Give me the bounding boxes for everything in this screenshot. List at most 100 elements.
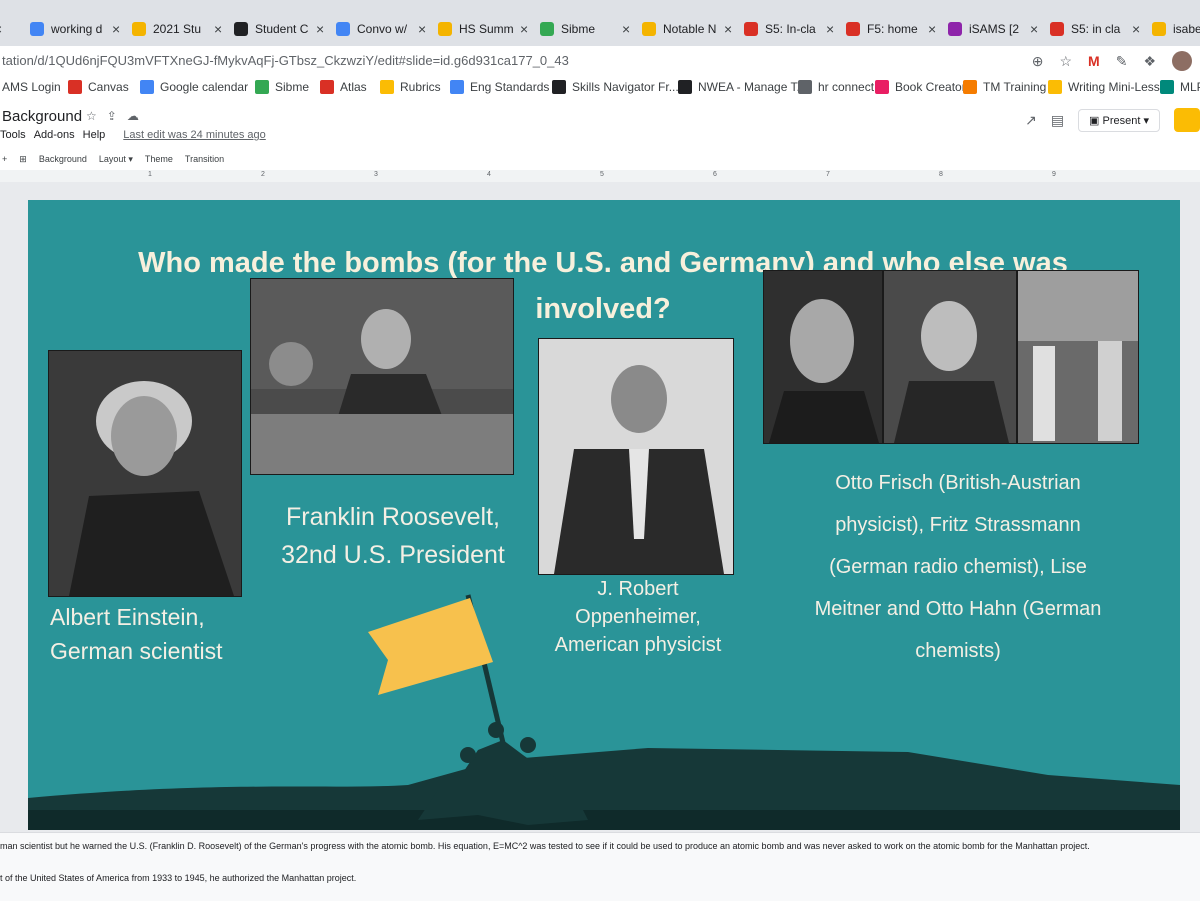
theme-button[interactable]: Theme — [145, 154, 173, 165]
address-bar[interactable]: tation/d/1QUd6njFQU3mVFTXneGJ-fMykvAqFj-… — [0, 46, 1200, 76]
gmail-icon[interactable]: M — [1088, 53, 1100, 69]
strassmann-photo[interactable] — [883, 270, 1017, 444]
puzzle-icon[interactable]: ❖ — [1143, 53, 1156, 70]
close-icon[interactable]: × — [622, 21, 630, 37]
caption-line: Franklin Roosevelt, — [286, 503, 500, 531]
tab-title: HS Summ — [459, 22, 514, 36]
slide[interactable]: Who made the bombs (for the U.S. and Ger… — [28, 200, 1180, 830]
star-icon[interactable]: ☆ — [1059, 53, 1072, 70]
menu-addons[interactable]: Add-ons — [34, 129, 75, 141]
bookmark-item[interactable]: Canvas — [68, 80, 129, 94]
browser-tab[interactable]: S5: in cla × — [1050, 12, 1150, 46]
tab-favicon-icon — [30, 22, 44, 36]
bookmark-label: Rubrics — [400, 80, 441, 94]
bookmark-item[interactable]: Sibme — [255, 80, 309, 94]
bookmark-label: AMS Login — [2, 80, 61, 94]
close-icon[interactable]: × — [316, 21, 324, 37]
bookmark-label: MLP — [1180, 80, 1200, 94]
present-button[interactable]: ▣ Present ▾ — [1078, 108, 1160, 132]
layout-button[interactable]: Layout ▾ — [99, 154, 133, 165]
browser-tab[interactable]: Convo w/ × — [336, 12, 436, 46]
bookmark-item[interactable]: NWEA - Manage T... — [678, 80, 807, 94]
add-icon[interactable]: + — [2, 154, 7, 165]
close-icon[interactable]: × — [1030, 21, 1038, 37]
bookmark-item[interactable]: MLP — [1160, 80, 1200, 94]
close-icon[interactable]: × — [724, 21, 732, 37]
bookmark-item[interactable]: Eng Standards — [450, 80, 549, 94]
extensions-icon[interactable]: ✎ — [1116, 53, 1128, 70]
close-icon[interactable]: × — [214, 21, 222, 37]
zoom-icon[interactable]: ⊕ — [1032, 53, 1044, 70]
share-button[interactable] — [1174, 108, 1200, 132]
ruler-tick-label: 6 — [713, 171, 717, 178]
comment-add-icon[interactable]: ⊞ — [19, 154, 27, 165]
browser-tab[interactable]: Notable N × — [642, 12, 742, 46]
move-icon[interactable]: ⇪ — [107, 109, 117, 123]
menu-tools[interactable]: Tools — [0, 129, 26, 141]
bookmark-item[interactable]: Book Creator — [875, 80, 966, 94]
profile-avatar[interactable] — [1172, 51, 1192, 71]
menu-bar: Tools Add-ons Help Last edit was 24 minu… — [0, 129, 266, 141]
cloud-icon[interactable]: ☁ — [127, 109, 139, 123]
bookmark-favicon-icon — [963, 80, 977, 94]
bookmark-item[interactable]: TM Training — [963, 80, 1046, 94]
browser-tab[interactable]: Sibme × — [540, 12, 640, 46]
caption-line: Oppenheimer, — [575, 606, 701, 628]
bookmark-item[interactable]: Skills Navigator Fr... — [552, 80, 679, 94]
portrait-figure — [894, 301, 1009, 443]
oppenheimer-photo[interactable] — [538, 338, 734, 575]
portrait-figure — [251, 279, 513, 474]
browser-tab[interactable]: working d × — [30, 12, 130, 46]
bookmark-item[interactable]: Rubrics — [380, 80, 441, 94]
close-icon[interactable]: × — [928, 21, 936, 37]
activity-icon[interactable]: ↗ — [1025, 112, 1037, 129]
caption-line: physicist), Fritz Strassmann — [835, 514, 1081, 536]
comments-icon[interactable]: ▤ — [1051, 112, 1064, 129]
ruler-tick-label: 9 — [1052, 171, 1056, 178]
last-edit-link[interactable]: Last edit was 24 minutes ago — [123, 129, 265, 141]
tab-favicon-icon — [846, 22, 860, 36]
roosevelt-photo[interactable] — [250, 278, 514, 475]
speaker-notes[interactable]: man scientist but he warned the U.S. (Fr… — [0, 832, 1200, 901]
browser-tab[interactable]: iSAMS [2 × — [948, 12, 1048, 46]
browser-tab[interactable]: × — [0, 12, 28, 46]
bookmark-item[interactable]: AMS Login — [2, 80, 61, 94]
transition-button[interactable]: Transition — [185, 154, 224, 165]
close-icon[interactable]: × — [520, 21, 528, 37]
tab-favicon-icon — [132, 22, 146, 36]
title-icons: ☆ ⇪ ☁ — [86, 109, 139, 123]
browser-tab[interactable]: S5: In-cla × — [744, 12, 844, 46]
bookmark-item[interactable]: Google calendar — [140, 80, 248, 94]
star-icon[interactable]: ☆ — [86, 109, 97, 123]
tab-favicon-icon — [234, 22, 248, 36]
menu-help[interactable]: Help — [83, 129, 106, 141]
bookmark-item[interactable]: Writing Mini-Less... — [1048, 80, 1170, 94]
tab-favicon-icon — [744, 22, 758, 36]
bookmark-item[interactable]: hr connect — [798, 80, 874, 94]
bookmark-favicon-icon — [450, 80, 464, 94]
browser-tab[interactable]: 2021 Stu × — [132, 12, 232, 46]
close-icon[interactable]: × — [418, 21, 426, 37]
browser-tab[interactable]: F5: home × — [846, 12, 946, 46]
close-icon[interactable]: × — [112, 21, 120, 37]
roosevelt-caption: Franklin Roosevelt, 32nd U.S. President — [253, 498, 533, 574]
einstein-photo[interactable] — [48, 350, 242, 597]
browser-tab[interactable]: Student C × — [234, 12, 334, 46]
close-icon[interactable]: × — [1132, 21, 1140, 37]
notes-line-1: man scientist but he warned the U.S. (Fr… — [0, 841, 1090, 851]
url-text[interactable]: tation/d/1QUd6njFQU3mVFTXneGJ-fMykvAqFj-… — [2, 53, 569, 68]
document-title[interactable]: Background — [2, 108, 82, 125]
portrait-figure — [769, 299, 879, 443]
background-button[interactable]: Background — [39, 154, 87, 165]
browser-tab[interactable]: HS Summ × — [438, 12, 538, 46]
close-icon[interactable]: × — [826, 21, 834, 37]
close-icon[interactable]: × — [0, 21, 2, 37]
meitner-hahn-photo[interactable] — [1017, 270, 1139, 444]
tab-favicon-icon — [540, 22, 554, 36]
frisch-photo[interactable] — [763, 270, 883, 444]
browser-tab[interactable]: isabella a× — [1152, 12, 1200, 46]
tab-favicon-icon — [438, 22, 452, 36]
bookmark-item[interactable]: Atlas — [320, 80, 367, 94]
tab-title: iSAMS [2 — [969, 22, 1020, 36]
caption-line: (German radio chemist), Lise — [829, 556, 1087, 578]
